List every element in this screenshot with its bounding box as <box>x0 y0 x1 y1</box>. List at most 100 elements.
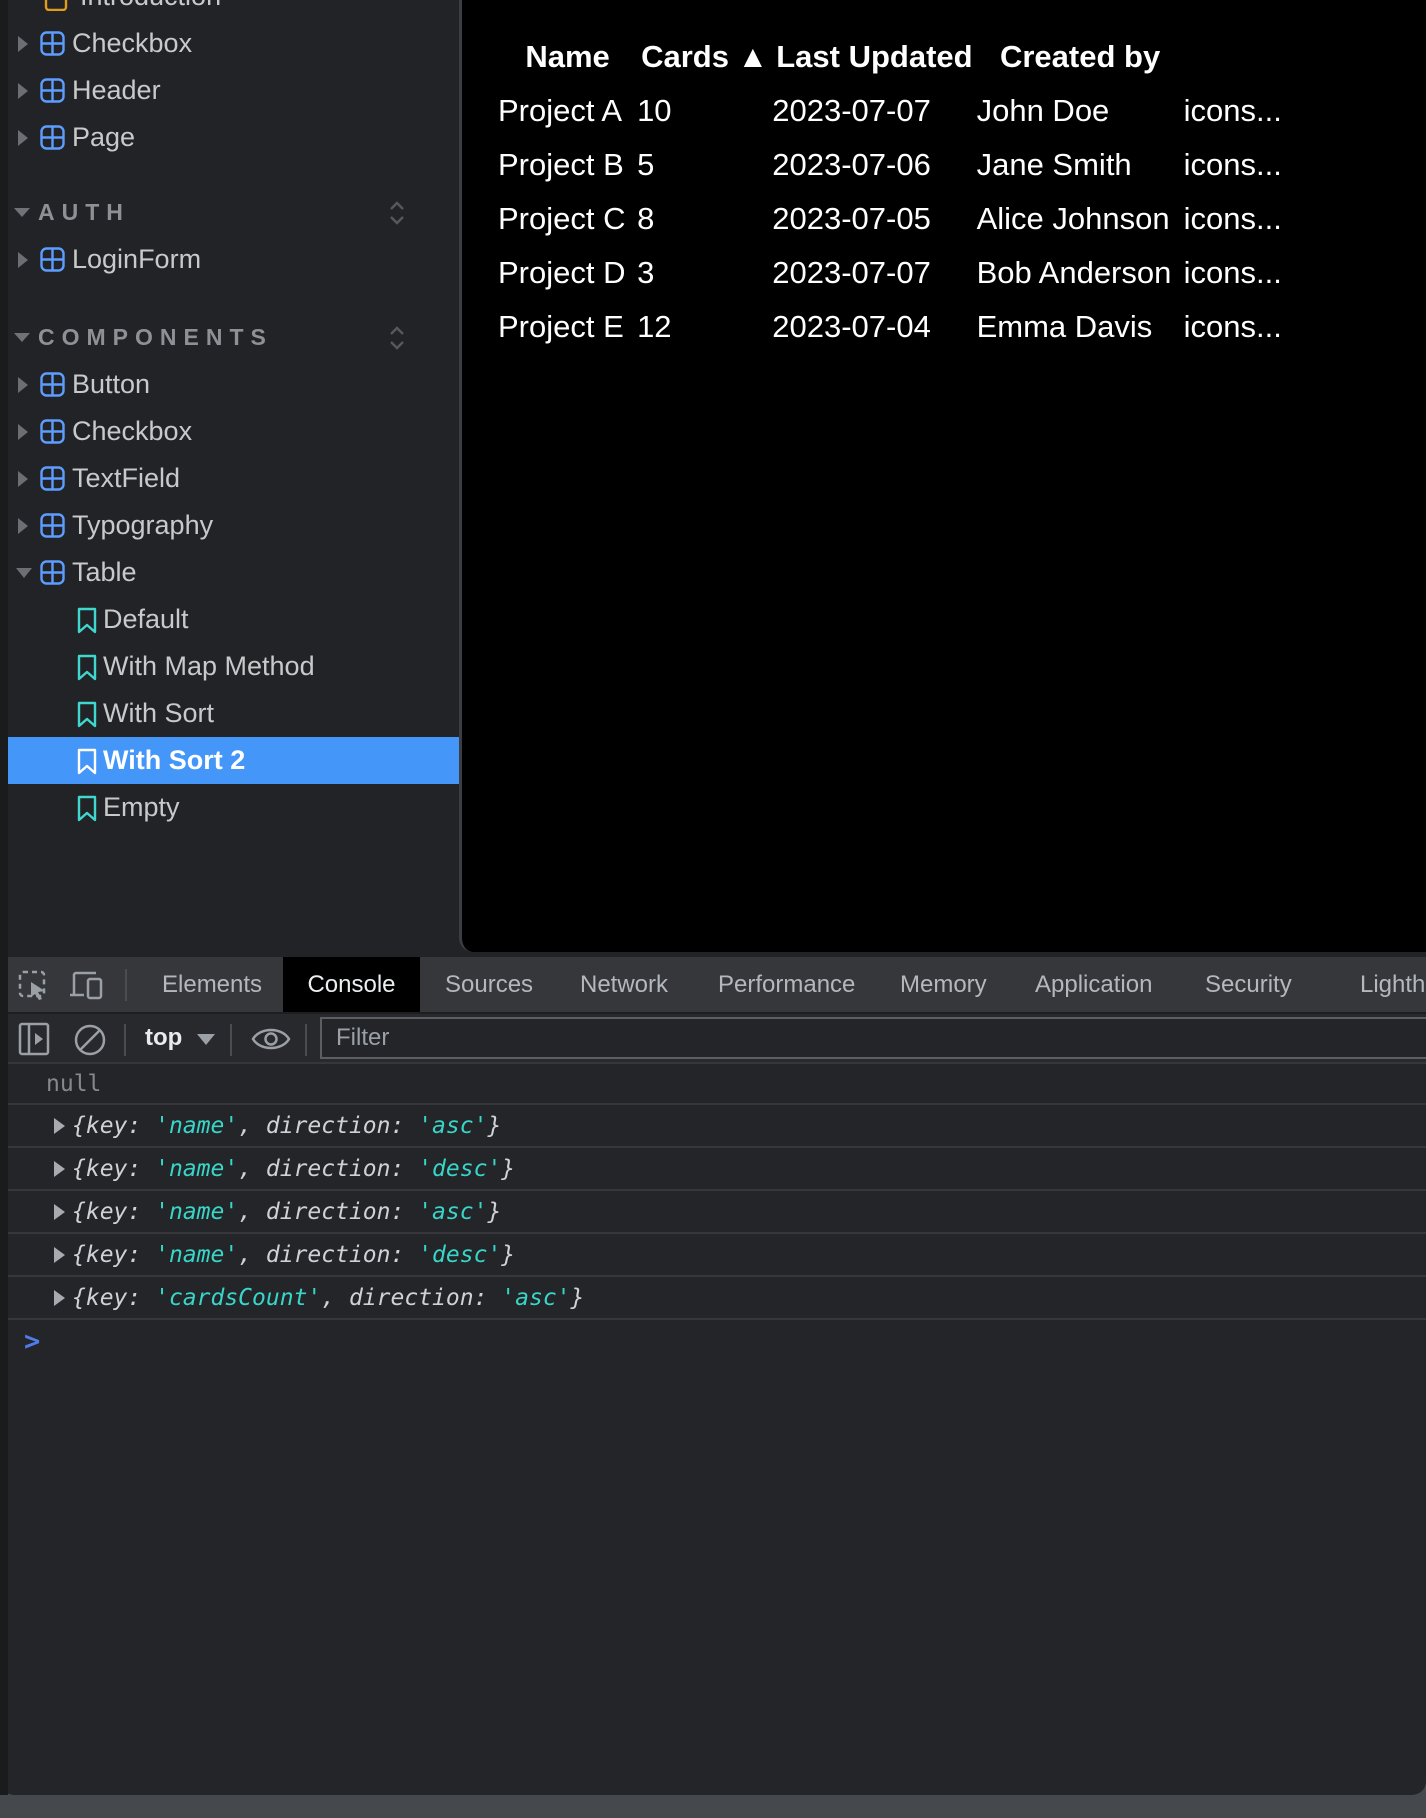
chevron-down-icon <box>197 1034 215 1045</box>
sidebar-item-with-sort-2[interactable]: With Sort 2 <box>0 737 459 784</box>
table-cell: 2023-07-07 <box>772 246 976 300</box>
table-cell: Project B <box>498 138 637 192</box>
column-header-cards[interactable]: Cards ▲ <box>637 30 772 84</box>
console-message[interactable]: {key: 'name', direction: 'asc'} <box>0 1191 1426 1234</box>
sidebar-item-with-sort[interactable]: With Sort <box>0 690 459 737</box>
toolbar-divider <box>124 1024 126 1056</box>
expand-caret-icon[interactable] <box>54 1118 65 1134</box>
component-icon <box>40 31 65 56</box>
console-sidebar-icon[interactable] <box>18 1022 50 1056</box>
chevron-right-icon[interactable] <box>18 83 28 99</box>
sidebar-item-loginform[interactable]: LoginForm <box>0 236 459 283</box>
chevron-right-icon[interactable] <box>18 424 28 440</box>
chevron-right-icon[interactable] <box>18 36 28 52</box>
tab-performance[interactable]: Performance <box>718 957 855 1012</box>
expand-caret-icon[interactable] <box>54 1204 65 1220</box>
table-cell: 8 <box>637 192 772 246</box>
sidebar-item-label: With Map Method <box>103 651 315 682</box>
console-object-preview: {key: 'cardsCount', direction: 'asc'} <box>0 1285 584 1311</box>
sidebar-item-label: Checkbox <box>72 28 192 59</box>
chevron-right-icon[interactable] <box>18 518 28 534</box>
devtools-tabbar: Elements Console Sources Network Performance… <box>0 957 1426 1012</box>
tab-lighthouse[interactable]: Lighthouse <box>1360 957 1426 1012</box>
column-header-last-updated[interactable]: Last Updated <box>772 30 976 84</box>
column-header-empty <box>1184 30 1426 84</box>
collapse-expand-chevrons-icon[interactable] <box>388 200 406 226</box>
table-actions-cell[interactable]: icons... <box>1184 192 1426 246</box>
table-cell: 12 <box>637 300 772 354</box>
section-caret-icon <box>14 333 30 342</box>
table-actions-cell[interactable]: icons... <box>1184 246 1426 300</box>
sidebar-item-label: With Sort <box>103 698 214 729</box>
sidebar-item-textfield[interactable]: TextField <box>0 455 459 502</box>
table-cell: 2023-07-06 <box>772 138 976 192</box>
chevron-right-icon[interactable] <box>18 377 28 393</box>
sidebar-item-page[interactable]: Page <box>0 114 459 161</box>
sidebar-section-header-auth[interactable]: AUTH <box>0 189 459 236</box>
clear-console-icon[interactable] <box>72 1022 108 1058</box>
chevron-right-icon[interactable] <box>18 130 28 146</box>
table-actions-cell[interactable]: icons... <box>1184 300 1426 354</box>
sidebar-item-checkbox[interactable]: Checkbox <box>0 408 459 455</box>
column-header-created-by[interactable]: Created by <box>977 30 1184 84</box>
window-bottom-edge <box>0 1795 1426 1818</box>
tab-memory[interactable]: Memory <box>900 957 987 1012</box>
console-message[interactable]: {key: 'name', direction: 'desc'} <box>0 1148 1426 1191</box>
table-cell: 2023-07-07 <box>772 84 976 138</box>
chevron-down-icon[interactable] <box>16 568 32 578</box>
component-icon <box>40 372 65 397</box>
document-icon <box>44 0 68 11</box>
tab-elements[interactable]: Elements <box>162 957 262 1012</box>
table-cell: Bob Anderson <box>977 246 1184 300</box>
story-bookmark-icon <box>75 748 99 774</box>
sidebar-item-introduction[interactable]: Introduction <box>0 0 459 20</box>
sidebar-item-label: Default <box>103 604 189 635</box>
tab-console[interactable]: Console <box>283 957 420 1012</box>
table-header-row: NameCards ▲Last UpdatedCreated by <box>498 30 1426 84</box>
device-toolbar-icon[interactable] <box>70 970 106 1000</box>
story-bookmark-icon <box>75 701 99 727</box>
sidebar-item-empty[interactable]: Empty <box>0 784 459 831</box>
story-bookmark-icon <box>75 795 99 821</box>
console-filter-input[interactable] <box>320 1017 1426 1059</box>
column-header-name[interactable]: Name <box>498 30 637 84</box>
sidebar-item-button[interactable]: Button <box>0 361 459 408</box>
sidebar-item-label: Empty <box>103 792 180 823</box>
eye-icon[interactable] <box>250 1024 292 1054</box>
chevron-right-icon[interactable] <box>18 252 28 268</box>
tab-security[interactable]: Security <box>1205 957 1292 1012</box>
sidebar-item-label: Page <box>72 122 135 153</box>
table-actions-cell[interactable]: icons... <box>1184 138 1426 192</box>
sidebar-item-typography[interactable]: Typography <box>0 502 459 549</box>
sidebar-item-default[interactable]: Default <box>0 596 459 643</box>
expand-caret-icon[interactable] <box>54 1161 65 1177</box>
sidebar-item-header[interactable]: Header <box>0 67 459 114</box>
tab-application[interactable]: Application <box>1035 957 1152 1012</box>
inspect-icon[interactable] <box>18 970 48 1000</box>
table-row: Project C82023-07-05Alice Johnsonicons..… <box>498 192 1426 246</box>
console-message[interactable]: {key: 'name', direction: 'asc'} <box>0 1105 1426 1148</box>
expand-caret-icon[interactable] <box>54 1247 65 1263</box>
expand-caret-icon[interactable] <box>54 1290 65 1306</box>
table-row: Project B52023-07-06Jane Smithicons... <box>498 138 1426 192</box>
tabbar-divider <box>125 969 127 1001</box>
table-actions-cell[interactable]: icons... <box>1184 84 1426 138</box>
window-left-edge <box>0 0 8 1795</box>
tab-sources[interactable]: Sources <box>445 957 533 1012</box>
context-selector[interactable]: top <box>145 1014 182 1062</box>
table-row: Project E122023-07-04Emma Davisicons... <box>498 300 1426 354</box>
console-prompt-row[interactable]: > <box>0 1320 1426 1360</box>
sidebar-item-with-map-method[interactable]: With Map Method <box>0 643 459 690</box>
table-cell: 2023-07-04 <box>772 300 976 354</box>
table-cell: Emma Davis <box>977 300 1184 354</box>
console-message[interactable]: {key: 'name', direction: 'desc'} <box>0 1234 1426 1277</box>
sidebar-item-checkbox[interactable]: Checkbox <box>0 20 459 67</box>
prompt-chevron-icon: > <box>24 1326 40 1357</box>
chevron-right-icon[interactable] <box>18 471 28 487</box>
console-message[interactable]: null <box>0 1062 1426 1105</box>
collapse-expand-chevrons-icon[interactable] <box>388 325 406 351</box>
tab-network[interactable]: Network <box>580 957 668 1012</box>
console-message[interactable]: {key: 'cardsCount', direction: 'asc'} <box>0 1277 1426 1320</box>
sidebar-section-header-components[interactable]: COMPONENTS <box>0 314 459 361</box>
sidebar-item-table[interactable]: Table <box>0 549 459 596</box>
